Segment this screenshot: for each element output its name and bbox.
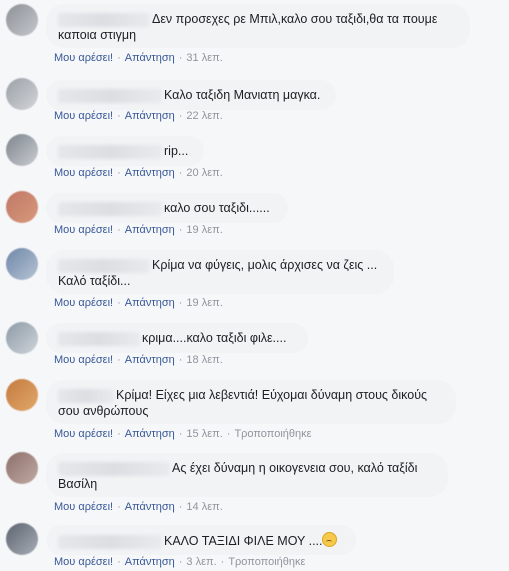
separator: · xyxy=(226,428,231,440)
author-name-blurred[interactable] xyxy=(58,201,162,216)
separator: · xyxy=(117,110,121,122)
author-name-blurred[interactable] xyxy=(58,534,162,549)
comment-actions: Μου αρέσει! · Απάντηση · 3 λεπ. · Τροποποιήθηκ… xyxy=(54,556,305,568)
crying-face-emoji-icon xyxy=(322,532,338,547)
timestamp[interactable]: 3 λεπ. xyxy=(186,556,216,568)
reply-link[interactable]: Απάντηση xyxy=(125,556,175,568)
author-name-blurred[interactable] xyxy=(58,88,162,103)
timestamp[interactable]: 18 λεπ. xyxy=(186,354,222,366)
timestamp[interactable]: 20 λεπ. xyxy=(186,167,222,179)
timestamp[interactable]: 31 λεπ. xyxy=(186,52,222,64)
timestamp[interactable]: 22 λεπ. xyxy=(186,110,222,122)
author-name-blurred[interactable] xyxy=(58,331,140,346)
reply-link[interactable]: Απάντηση xyxy=(125,428,175,440)
like-link[interactable]: Μου αρέσει! xyxy=(54,354,113,366)
reply-link[interactable]: Απάντηση xyxy=(125,224,175,236)
avatar[interactable] xyxy=(6,191,38,223)
comment-text: κριμα....καλο ταξιδι φιλε.... xyxy=(142,331,287,345)
separator: · xyxy=(178,354,183,366)
reply-link[interactable]: Απάντηση xyxy=(125,52,175,64)
reply-link[interactable]: Απάντηση xyxy=(125,354,175,366)
separator: · xyxy=(220,556,225,568)
avatar[interactable] xyxy=(6,379,38,411)
timestamp[interactable]: 15 λεπ. xyxy=(186,428,222,440)
timestamp[interactable]: 19 λεπ. xyxy=(186,224,222,236)
separator: · xyxy=(178,52,183,64)
comment-text: Κρίμα να φύγεις, μολις άρχισες να ζεις .… xyxy=(152,258,378,272)
comment-text: rip... xyxy=(164,144,189,158)
comment-bubble: Κρίμα να φύγεις, μολις άρχισες να ζεις .… xyxy=(46,250,394,294)
avatar[interactable] xyxy=(6,4,38,36)
reply-link[interactable]: Απάντηση xyxy=(125,110,175,122)
comment-actions: Μου αρέσει! · Απάντηση · 14 λεπ. xyxy=(54,501,223,513)
comment-text: καλο σου ταξιδι...... xyxy=(164,201,270,215)
like-link[interactable]: Μου αρέσει! xyxy=(54,110,113,122)
avatar[interactable] xyxy=(6,452,38,484)
comment-text: καποια στιγμη xyxy=(58,28,137,42)
like-link[interactable]: Μου αρέσει! xyxy=(54,297,113,309)
comment-actions: Μου αρέσει! · Απάντηση · 20 λεπ. xyxy=(54,167,223,179)
separator: · xyxy=(178,556,183,568)
reply-link[interactable]: Απάντηση xyxy=(125,167,175,179)
comment-text: Καλό ταξίδι... xyxy=(58,274,131,288)
like-link[interactable]: Μου αρέσει! xyxy=(54,167,113,179)
avatar[interactable] xyxy=(6,78,38,110)
comment-text: σου ανθρώπους xyxy=(58,404,149,418)
timestamp[interactable]: 19 λεπ. xyxy=(186,297,222,309)
separator: · xyxy=(117,297,121,309)
author-name-blurred[interactable] xyxy=(58,144,162,159)
comment-actions: Μου αρέσει! · Απάντηση · 19 λεπ. xyxy=(54,297,223,309)
author-name-blurred[interactable] xyxy=(58,258,150,273)
comment-text: Βασίλη xyxy=(58,477,98,491)
comment-text: Ας έχει δύναμη η οικογενεια σου, καλό τα… xyxy=(172,461,418,475)
comment-bubble: Καλο ταξιδη Μανιατη μαγκα. xyxy=(46,80,336,110)
separator: · xyxy=(117,428,121,440)
author-name-blurred[interactable] xyxy=(58,461,170,476)
like-link[interactable]: Μου αρέσει! xyxy=(54,501,113,513)
separator: · xyxy=(178,501,183,513)
like-link[interactable]: Μου αρέσει! xyxy=(54,556,113,568)
separator: · xyxy=(178,224,183,236)
edited-label[interactable]: Τροποποιήθηκε xyxy=(234,428,311,440)
separator: · xyxy=(117,167,121,179)
reply-link[interactable]: Απάντηση xyxy=(125,297,175,309)
comment-bubble: Δεν προσεχες ρε Μπιλ,καλο σου ταξιδι,θα … xyxy=(46,4,470,48)
like-link[interactable]: Μου αρέσει! xyxy=(54,224,113,236)
comment-text: Κρίμα! Είχες μια λεβεντιά! Εύχομαι δύναμ… xyxy=(116,388,428,402)
avatar[interactable] xyxy=(6,523,38,555)
separator: · xyxy=(178,297,183,309)
comment-actions: Μου αρέσει! · Απάντηση · 31 λεπ. xyxy=(54,52,223,64)
comment-bubble: καλο σου ταξιδι...... xyxy=(46,193,288,223)
reply-link[interactable]: Απάντηση xyxy=(125,501,175,513)
separator: · xyxy=(117,501,121,513)
comment-actions: Μου αρέσει! · Απάντηση · 15 λεπ. · Τροποποιήθη… xyxy=(54,428,312,440)
separator: · xyxy=(178,167,183,179)
avatar[interactable] xyxy=(6,322,38,354)
comment-bubble: Ας έχει δύναμη η οικογενεια σου, καλό τα… xyxy=(46,453,448,497)
comment-actions: Μου αρέσει! · Απάντηση · 22 λεπ. xyxy=(54,110,223,122)
separator: · xyxy=(178,110,183,122)
like-link[interactable]: Μου αρέσει! xyxy=(54,52,113,64)
comment-bubble: κριμα....καλο ταξιδι φιλε.... xyxy=(46,323,308,353)
separator: · xyxy=(117,224,121,236)
comment-bubble: ΚΑΛΟ ΤΑΞΙΔΙ ΦΙΛΕ ΜΟΥ .... xyxy=(46,525,356,555)
comment-text: Καλο ταξιδη Μανιατη μαγκα. xyxy=(164,88,321,102)
separator: · xyxy=(178,428,183,440)
comment-text: ΚΑΛΟ ΤΑΞΙΔΙ ΦΙΛΕ ΜΟΥ .... xyxy=(164,534,323,548)
separator: · xyxy=(117,556,121,568)
like-link[interactable]: Μου αρέσει! xyxy=(54,428,113,440)
comment-bubble: rip... xyxy=(46,136,204,166)
separator: · xyxy=(117,354,121,366)
comment-bubble: Κρίμα! Είχες μια λεβεντιά! Εύχομαι δύναμ… xyxy=(46,380,456,424)
comment-text: Δεν προσεχες ρε Μπιλ,καλο σου ταξιδι,θα … xyxy=(152,12,438,26)
author-name-blurred[interactable] xyxy=(58,12,150,27)
avatar[interactable] xyxy=(6,134,38,166)
separator: · xyxy=(117,52,121,64)
comment-actions: Μου αρέσει! · Απάντηση · 18 λεπ. xyxy=(54,354,223,366)
timestamp[interactable]: 14 λεπ. xyxy=(186,501,222,513)
comment-actions: Μου αρέσει! · Απάντηση · 19 λεπ. xyxy=(54,224,223,236)
avatar[interactable] xyxy=(6,248,38,280)
edited-label[interactable]: Τροποποιήθηκε xyxy=(228,556,305,568)
author-name-blurred[interactable] xyxy=(58,388,114,403)
